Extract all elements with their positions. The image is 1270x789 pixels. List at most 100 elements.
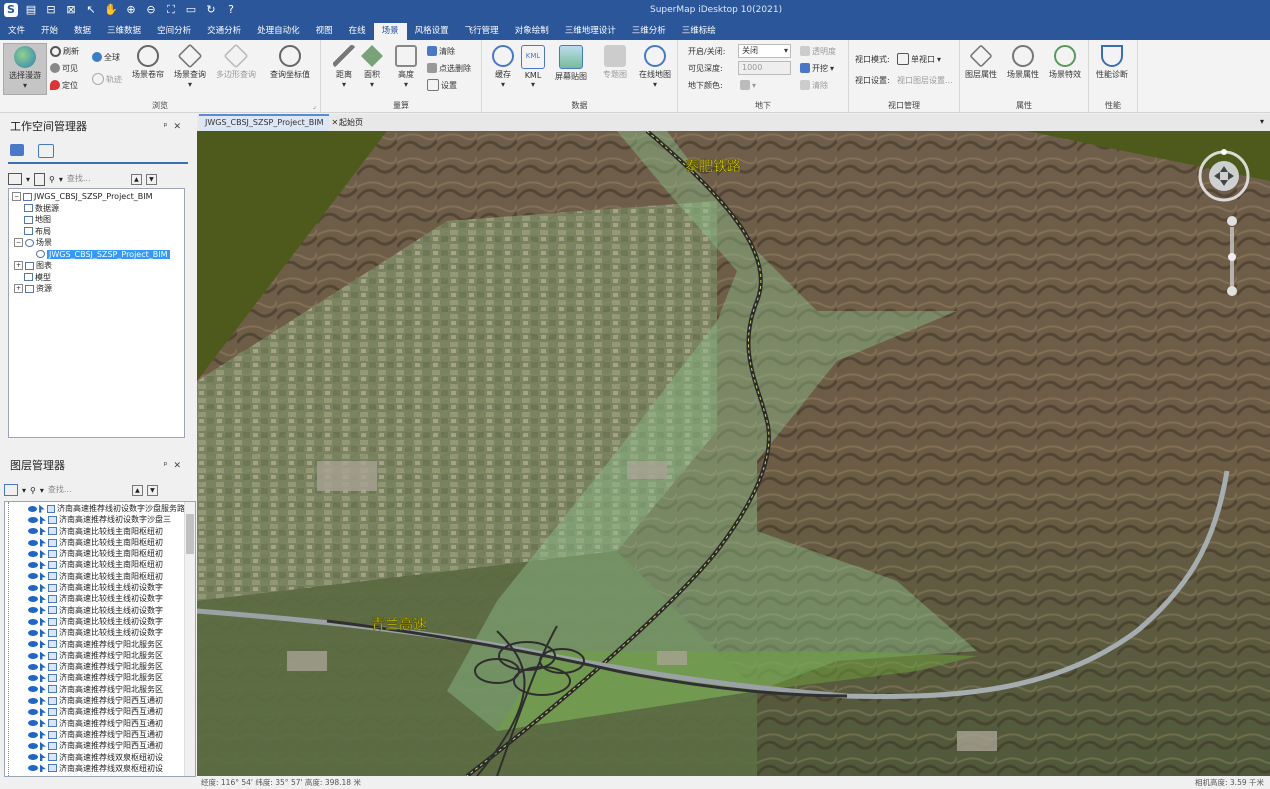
zoom-in-icon[interactable] bbox=[1227, 216, 1237, 226]
tree-models[interactable]: 模型 bbox=[12, 272, 181, 284]
tab-scene-document[interactable]: JWGS_CBSJ_SZSP_Project_BIM ✕ bbox=[199, 114, 338, 131]
viewport-layer-settings-button[interactable]: 视口图层设置... bbox=[897, 73, 953, 87]
selectable-arrow-icon[interactable] bbox=[40, 640, 46, 649]
selectable-arrow-icon[interactable] bbox=[39, 504, 45, 513]
selectable-arrow-icon[interactable] bbox=[40, 617, 46, 626]
tree-symbols[interactable]: + 图表 bbox=[12, 260, 181, 272]
tab-3[interactable]: 三维数据 bbox=[99, 23, 149, 40]
tab-5[interactable]: 交通分析 bbox=[199, 23, 249, 40]
visibility-eye-icon[interactable] bbox=[28, 731, 38, 738]
visibility-eye-icon[interactable] bbox=[28, 720, 38, 727]
visibility-eye-icon[interactable] bbox=[28, 573, 38, 580]
selectable-arrow-icon[interactable] bbox=[40, 651, 46, 660]
layer-item[interactable]: 济南高速比较线主线初设数字 bbox=[25, 593, 185, 604]
close-icon[interactable]: ✕ bbox=[173, 461, 187, 471]
layer-item[interactable]: 济南高速比较线主线初设数字 bbox=[25, 627, 185, 638]
workspace-search-input[interactable]: 查找... bbox=[67, 173, 127, 185]
new-doc-icon[interactable] bbox=[34, 172, 46, 186]
selectable-arrow-icon[interactable] bbox=[40, 674, 46, 683]
open-workspace-icon[interactable] bbox=[8, 173, 22, 185]
layer-item[interactable]: 济南高速比较线主南阳枢纽初 bbox=[25, 526, 185, 537]
polygon-query-button[interactable]: 多边形查询 bbox=[214, 43, 258, 93]
visibility-eye-icon[interactable] bbox=[28, 539, 38, 546]
tree-scene-item[interactable]: JWGS_CBSJ_SZSP_Project_BIM bbox=[12, 249, 181, 261]
search-icon[interactable]: ⚲ bbox=[30, 486, 36, 495]
tab-2[interactable]: 数据 bbox=[66, 23, 99, 40]
layer-item[interactable]: 济南高速推荐线宁阳北服务区 bbox=[25, 639, 185, 650]
selectable-arrow-icon[interactable] bbox=[40, 628, 46, 637]
visibility-eye-icon[interactable] bbox=[28, 505, 38, 512]
layer-item[interactable]: 济南高速推荐线初设数字沙盘三 bbox=[25, 514, 185, 525]
refresh-icon[interactable]: ↻ bbox=[204, 3, 218, 17]
select-roam-button[interactable]: 选择漫游 ▾ bbox=[3, 43, 47, 95]
selectable-arrow-icon[interactable] bbox=[40, 572, 46, 581]
locate-button[interactable]: 定位 bbox=[50, 78, 78, 92]
tab-4[interactable]: 空间分析 bbox=[149, 23, 199, 40]
tree-maps[interactable]: 地图 bbox=[12, 214, 181, 226]
select-arrow-icon[interactable]: ↖ bbox=[84, 3, 98, 17]
refresh-button[interactable]: 刷新 bbox=[50, 44, 79, 58]
collapse-icon[interactable]: − bbox=[12, 192, 21, 201]
tab-0[interactable]: 文件 bbox=[0, 23, 33, 40]
visibility-eye-icon[interactable] bbox=[28, 742, 38, 749]
expand-icon[interactable]: + bbox=[14, 284, 23, 293]
layer-item[interactable]: 济南高速推荐线宁阳北服务区 bbox=[25, 661, 185, 672]
selectable-arrow-icon[interactable] bbox=[40, 764, 46, 773]
scene-canvas[interactable]: 泰肥铁路 青兰高速 bbox=[197, 131, 1270, 776]
tab-9[interactable]: 场景 bbox=[373, 23, 407, 40]
zoom-thumb[interactable] bbox=[1228, 253, 1236, 261]
selectable-arrow-icon[interactable] bbox=[40, 707, 46, 716]
folder-icon[interactable]: ▭ bbox=[184, 3, 198, 17]
scene-query-button[interactable]: 场景查询 ▾ bbox=[170, 43, 210, 93]
visible-button[interactable]: 可见 bbox=[50, 61, 78, 75]
save-icon[interactable]: ▤ bbox=[24, 3, 38, 17]
underground-toggle-select[interactable]: 关闭 ▾ bbox=[738, 44, 791, 58]
visibility-eye-icon[interactable] bbox=[28, 550, 38, 557]
close-icon[interactable]: ✕ bbox=[173, 122, 187, 132]
visibility-eye-icon[interactable] bbox=[28, 697, 38, 704]
visibility-eye-icon[interactable] bbox=[28, 629, 38, 636]
area-button[interactable]: 面积 ▾ bbox=[353, 43, 391, 93]
export-icon[interactable]: ⊟ bbox=[44, 3, 58, 17]
search-icon[interactable]: ⚲ bbox=[49, 175, 55, 184]
tab-15[interactable]: 三维标绘 bbox=[674, 23, 724, 40]
kml-button[interactable]: KML KML ▾ bbox=[514, 43, 552, 93]
visibility-eye-icon[interactable] bbox=[28, 675, 38, 682]
selectable-arrow-icon[interactable] bbox=[40, 696, 46, 705]
query-coord-button[interactable]: 查询坐标值 bbox=[266, 43, 314, 93]
visibility-eye-icon[interactable] bbox=[28, 584, 38, 591]
visibility-eye-icon[interactable] bbox=[28, 663, 38, 670]
tab-14[interactable]: 三维分析 bbox=[624, 23, 674, 40]
layer-item[interactable]: 济南高速推荐线宁阳西互通初 bbox=[25, 729, 185, 740]
full-globe-button[interactable]: 全球 bbox=[92, 50, 120, 64]
help-icon[interactable]: ? bbox=[224, 3, 238, 17]
visibility-eye-icon[interactable] bbox=[28, 641, 38, 648]
color-picker-button[interactable]: ▾ bbox=[740, 78, 756, 92]
measure-settings-button[interactable]: 设置 bbox=[427, 78, 457, 92]
scene-shutter-button[interactable]: 场景卷帘 bbox=[128, 43, 168, 93]
selectable-arrow-icon[interactable] bbox=[40, 583, 46, 592]
point-clear-button[interactable]: 点选删除 bbox=[427, 61, 471, 75]
arrow-down-icon[interactable]: ▼ bbox=[146, 484, 158, 496]
visibility-eye-icon[interactable] bbox=[28, 652, 38, 659]
scene-props-button[interactable]: 场景属性 bbox=[1004, 43, 1042, 93]
close-workspace-icon[interactable]: ⊠ bbox=[64, 3, 78, 17]
selectable-arrow-icon[interactable] bbox=[40, 561, 46, 570]
arrow-up-icon[interactable]: ▲ bbox=[131, 484, 143, 496]
underground-clear-button[interactable]: 清除 bbox=[800, 78, 828, 92]
tab-6[interactable]: 处理自动化 bbox=[249, 23, 308, 40]
tree-resources[interactable]: + 资源 bbox=[12, 283, 181, 295]
scene-viewport[interactable]: 泰肥铁路 青兰高速 bbox=[197, 131, 1270, 776]
tab-list-dropdown-icon[interactable]: ▾ bbox=[1260, 117, 1264, 126]
selectable-arrow-icon[interactable] bbox=[40, 515, 46, 524]
pin-icon[interactable]: ᵖ bbox=[164, 122, 174, 132]
selectable-arrow-icon[interactable] bbox=[40, 527, 46, 536]
layer-item[interactable]: 济南高速比较线主南阳枢纽初 bbox=[25, 548, 185, 559]
selectable-arrow-icon[interactable] bbox=[40, 685, 46, 694]
excavate-button[interactable]: 开挖 ▾ bbox=[800, 61, 834, 75]
online-map-button[interactable]: 在线地图 ▾ bbox=[636, 43, 674, 93]
selectable-arrow-icon[interactable] bbox=[40, 719, 46, 728]
visibility-eye-icon[interactable] bbox=[28, 562, 38, 569]
layer-item[interactable]: 济南高速推荐线初设数字沙盘服务路 bbox=[25, 503, 185, 514]
track-button[interactable]: 轨迹 bbox=[92, 72, 122, 86]
